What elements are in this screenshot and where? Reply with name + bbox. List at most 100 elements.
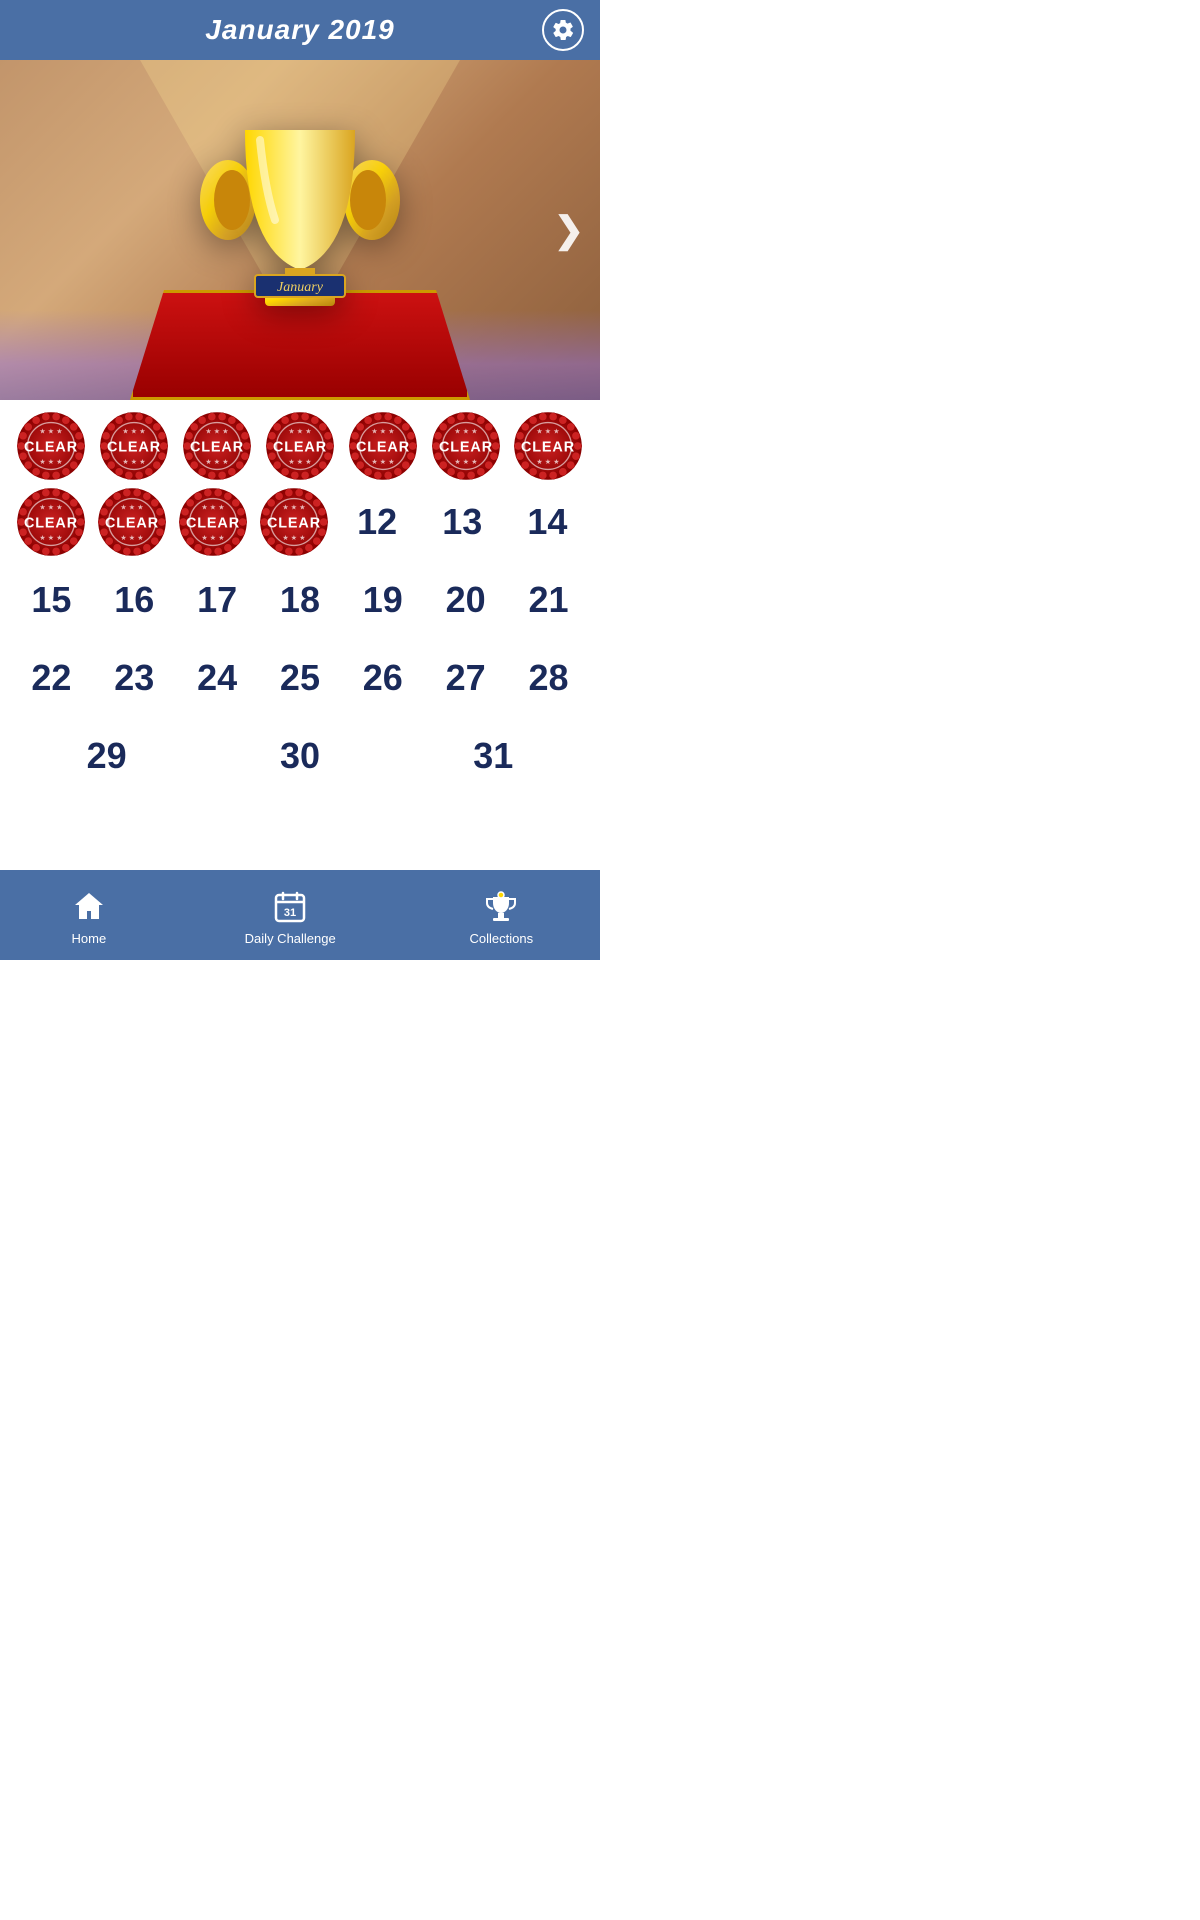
header: January 2019 <box>0 0 600 60</box>
day-4-clear[interactable]: ★ ★ ★ ★ ★ ★ CLEAR <box>264 410 336 482</box>
day-number: 27 <box>446 657 486 699</box>
day-number: 16 <box>114 579 154 621</box>
page-title: January 2019 <box>205 14 394 46</box>
svg-text:CLEAR: CLEAR <box>24 515 78 531</box>
day-19[interactable]: 19 <box>345 562 421 638</box>
day-23[interactable]: 23 <box>96 640 172 716</box>
svg-text:CLEAR: CLEAR <box>273 439 327 455</box>
day-6-clear[interactable]: ★ ★ ★ ★ ★ ★ CLEAR <box>430 410 502 482</box>
calendar-row-0: ★ ★ ★ ★ ★ ★ CLEAR ★ ★ ★ ★ ★ ★ CLEAR <box>10 410 590 482</box>
calendar: ★ ★ ★ ★ ★ ★ CLEAR ★ ★ ★ ★ ★ ★ CLEAR <box>0 400 600 794</box>
trophy-container: January <box>200 105 400 335</box>
day-3-clear[interactable]: ★ ★ ★ ★ ★ ★ CLEAR <box>181 410 253 482</box>
calendar-row-3: 22 23 24 25 26 27 28 <box>10 640 590 716</box>
bottom-nav: Home 31 Daily Challenge Collection <box>0 870 600 960</box>
svg-text:★ ★ ★: ★ ★ ★ <box>288 457 311 466</box>
svg-text:★ ★ ★: ★ ★ ★ <box>40 457 63 466</box>
svg-text:CLEAR: CLEAR <box>24 439 78 455</box>
svg-text:★ ★ ★: ★ ★ ★ <box>454 426 477 435</box>
day-number: 29 <box>87 735 127 777</box>
day-20[interactable]: 20 <box>428 562 504 638</box>
day-27[interactable]: 27 <box>428 640 504 716</box>
day-10-clear[interactable]: ★ ★ ★ ★ ★ ★ CLEAR <box>177 486 249 558</box>
nav-home[interactable]: Home <box>67 885 111 946</box>
collections-label: Collections <box>470 931 534 946</box>
calendar-row-2: 15 16 17 18 19 20 21 <box>10 562 590 638</box>
day-number: 14 <box>527 501 567 543</box>
svg-text:January: January <box>277 280 324 295</box>
day-number: 26 <box>363 657 403 699</box>
svg-text:CLEAR: CLEAR <box>267 515 321 531</box>
day-31[interactable]: 31 <box>455 718 531 794</box>
day-16[interactable]: 16 <box>96 562 172 638</box>
svg-text:31: 31 <box>284 907 296 919</box>
day-number: 23 <box>114 657 154 699</box>
svg-text:★ ★ ★: ★ ★ ★ <box>454 457 477 466</box>
day-21[interactable]: 21 <box>510 562 586 638</box>
svg-text:★ ★ ★: ★ ★ ★ <box>288 426 311 435</box>
svg-text:★ ★ ★: ★ ★ ★ <box>282 502 305 511</box>
svg-text:★ ★ ★: ★ ★ ★ <box>120 502 143 511</box>
day-30[interactable]: 30 <box>262 718 338 794</box>
day-number: 15 <box>31 579 71 621</box>
svg-text:CLEAR: CLEAR <box>107 439 161 455</box>
svg-text:★ ★ ★: ★ ★ ★ <box>39 502 62 511</box>
svg-text:★ ★ ★: ★ ★ ★ <box>201 533 224 542</box>
day-26[interactable]: 26 <box>345 640 421 716</box>
day-number: 20 <box>446 579 486 621</box>
svg-text:CLEAR: CLEAR <box>356 439 410 455</box>
home-label: Home <box>72 931 107 946</box>
svg-text:★ ★ ★: ★ ★ ★ <box>40 426 63 435</box>
daily-challenge-label: Daily Challenge <box>245 931 336 946</box>
svg-text:CLEAR: CLEAR <box>190 439 244 455</box>
day-5-clear[interactable]: ★ ★ ★ ★ ★ ★ CLEAR <box>347 410 419 482</box>
day-number: 19 <box>363 579 403 621</box>
calendar-row-1: ★ ★ ★ ★ ★ ★ CLEAR ★ ★ ★ ★ ★ ★ CLEAR <box>10 484 590 560</box>
svg-text:★ ★ ★: ★ ★ ★ <box>123 426 146 435</box>
day-1-clear[interactable]: ★ ★ ★ ★ ★ ★ CLEAR <box>15 410 87 482</box>
day-28[interactable]: 28 <box>510 640 586 716</box>
svg-text:★ ★ ★: ★ ★ ★ <box>201 502 224 511</box>
svg-text:★ ★ ★: ★ ★ ★ <box>120 533 143 542</box>
day-25[interactable]: 25 <box>262 640 338 716</box>
day-24[interactable]: 24 <box>179 640 255 716</box>
svg-text:★ ★ ★: ★ ★ ★ <box>537 426 560 435</box>
day-11-clear[interactable]: ★ ★ ★ ★ ★ ★ CLEAR <box>258 486 330 558</box>
day-7-clear[interactable]: ★ ★ ★ ★ ★ ★ CLEAR <box>512 410 584 482</box>
day-number: 22 <box>31 657 71 699</box>
day-number: 30 <box>280 735 320 777</box>
day-14[interactable]: 14 <box>509 484 585 560</box>
day-number: 12 <box>357 501 397 543</box>
svg-text:★ ★ ★: ★ ★ ★ <box>537 457 560 466</box>
day-22[interactable]: 22 <box>13 640 89 716</box>
svg-text:CLEAR: CLEAR <box>521 439 575 455</box>
day-number: 28 <box>528 657 568 699</box>
svg-text:★ ★ ★: ★ ★ ★ <box>205 426 228 435</box>
day-15[interactable]: 15 <box>13 562 89 638</box>
svg-text:CLEAR: CLEAR <box>105 515 159 531</box>
svg-text:CLEAR: CLEAR <box>439 439 493 455</box>
day-29[interactable]: 29 <box>69 718 145 794</box>
day-number: 25 <box>280 657 320 699</box>
svg-text:★ ★ ★: ★ ★ ★ <box>123 457 146 466</box>
day-number: 31 <box>473 735 513 777</box>
svg-text:CLEAR: CLEAR <box>186 515 240 531</box>
next-arrow-button[interactable]: ❯ <box>554 209 584 251</box>
trophy-icon <box>479 885 523 929</box>
trophy-area: January ❯ <box>0 60 600 400</box>
day-17[interactable]: 17 <box>179 562 255 638</box>
nav-daily-challenge[interactable]: 31 Daily Challenge <box>245 885 336 946</box>
nav-collections[interactable]: Collections <box>470 885 534 946</box>
svg-text:★ ★ ★: ★ ★ ★ <box>205 457 228 466</box>
day-number: 17 <box>197 579 237 621</box>
settings-button[interactable] <box>542 9 584 51</box>
day-number: 13 <box>442 501 482 543</box>
day-12[interactable]: 12 <box>339 484 415 560</box>
day-18[interactable]: 18 <box>262 562 338 638</box>
day-8-clear[interactable]: ★ ★ ★ ★ ★ ★ CLEAR <box>15 486 87 558</box>
calendar-row-4: 29 30 31 <box>10 718 590 794</box>
day-2-clear[interactable]: ★ ★ ★ ★ ★ ★ CLEAR <box>98 410 170 482</box>
day-13[interactable]: 13 <box>424 484 500 560</box>
day-9-clear[interactable]: ★ ★ ★ ★ ★ ★ CLEAR <box>96 486 168 558</box>
calendar-icon: 31 <box>268 885 312 929</box>
